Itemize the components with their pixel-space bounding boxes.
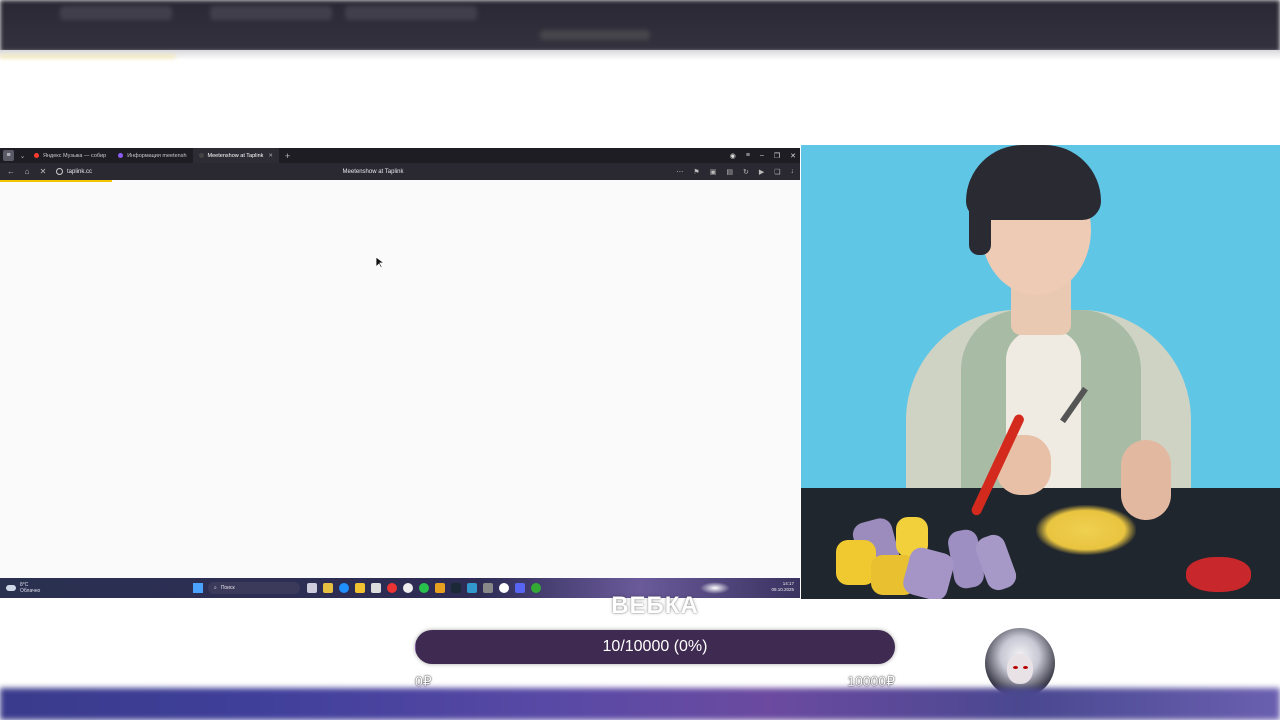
outer-load-indicator: [0, 55, 175, 58]
extensions-icon[interactable]: ▤: [726, 168, 733, 176]
tab-info-meetenshow[interactable]: Информация meetensh: [112, 148, 192, 163]
bookmark-icon[interactable]: ⚑: [693, 168, 699, 176]
red-soap: [1186, 557, 1251, 592]
outer-tab: [60, 6, 172, 20]
home-icon[interactable]: ⌂: [22, 167, 32, 176]
menu-icon[interactable]: ≡: [746, 152, 750, 159]
outer-tab: [210, 6, 332, 20]
loading-progress-bar: [0, 180, 112, 182]
cut-crumbs: [1036, 505, 1136, 555]
back-icon[interactable]: ←: [6, 167, 16, 176]
window-controls: ◉ ≡ – ❐ ✕: [730, 148, 796, 163]
site-info-icon[interactable]: [56, 168, 63, 175]
outer-address-bar: [540, 30, 650, 40]
webcam-feed: [801, 145, 1280, 599]
donation-goal-text: 10/10000 (0%): [602, 638, 708, 655]
address-bar[interactable]: taplink.cc: [56, 168, 92, 175]
person-hair: [969, 175, 991, 255]
tab-label: Яндекс Музыка — собир: [43, 152, 107, 159]
clock-time: 14:17: [782, 581, 794, 586]
tab-taplink[interactable]: Meetenshow at Taplink ✕: [192, 148, 280, 163]
overlay-heading: ВЕБКА: [611, 592, 699, 619]
donation-goal-bar: 10/10000 (0%): [415, 630, 895, 664]
url-text: taplink.cc: [67, 168, 93, 175]
restore-icon[interactable]: ❐: [774, 152, 780, 160]
tab-label: Meetenshow at Taplink: [207, 152, 264, 159]
outer-browser-chrome: [0, 0, 1280, 52]
avatar-face: [1007, 654, 1033, 684]
navigation-bar: ← ⌂ ✕ taplink.cc Meetenshow at Taplink ⋯…: [0, 163, 800, 180]
tab-label: Информация meetensh: [127, 152, 187, 159]
more-icon[interactable]: ⋯: [676, 168, 683, 176]
cloud-icon: [6, 585, 16, 591]
download-icon[interactable]: ↓: [791, 168, 795, 176]
search-icon: ⌕: [214, 585, 217, 591]
page-title: Meetenshow at Taplink: [342, 168, 404, 175]
chevron-down-icon[interactable]: ⌄: [17, 150, 28, 161]
stop-loading-icon[interactable]: ✕: [38, 167, 48, 176]
chrome-shadow: [0, 50, 1280, 60]
tab-favicon: [198, 153, 204, 158]
avatar-eye: [1013, 666, 1018, 669]
reader-icon[interactable]: ▣: [710, 168, 717, 176]
blurred-desktop-strip: [0, 688, 1280, 720]
tab-favicon: [118, 153, 124, 158]
toolbar-icons: ⋯ ⚑ ▣ ▤ ↻ ▶ ❏ ↓: [676, 168, 794, 176]
outer-tab: [345, 6, 477, 20]
mouse-cursor-icon: [376, 257, 384, 269]
profile-icon[interactable]: ◉: [730, 152, 736, 160]
tab-yandex-music[interactable]: Яндекс Музыка — собир: [28, 148, 112, 163]
avatar-eye: [1023, 666, 1028, 669]
new-tab-button[interactable]: +: [285, 151, 290, 161]
minimize-icon[interactable]: –: [760, 152, 764, 159]
collections-icon[interactable]: ❏: [774, 168, 780, 176]
search-placeholder: Поиск: [220, 585, 235, 591]
close-tab-icon[interactable]: ✕: [268, 153, 273, 159]
media-icon[interactable]: ▶: [759, 168, 764, 176]
browser-menu-icon[interactable]: ≡: [3, 150, 14, 161]
tab-bar: ≡ ⌄ Яндекс Музыка — собир Информация mee…: [0, 148, 800, 163]
sync-icon[interactable]: ↻: [743, 168, 749, 176]
soap-piece: [836, 540, 876, 585]
tab-favicon: [34, 153, 39, 158]
screen-capture: ≡ ⌄ Яндекс Музыка — собир Информация mee…: [0, 148, 800, 598]
close-window-icon[interactable]: ✕: [790, 152, 796, 160]
